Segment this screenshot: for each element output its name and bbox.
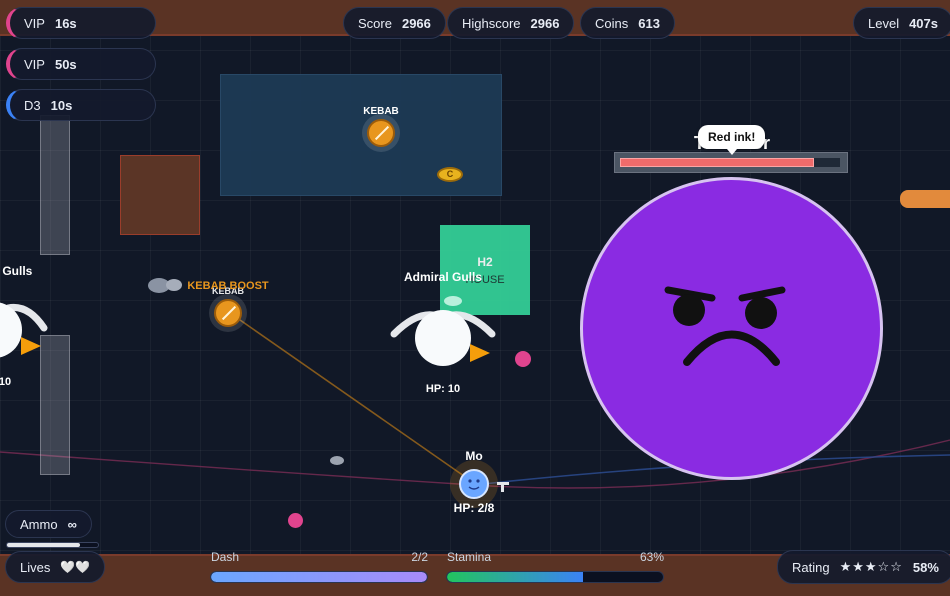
kebab-pickup[interactable]: [362, 114, 400, 152]
dash-bar-fill: [211, 572, 427, 582]
edge-gull-name: l Gulls: [0, 264, 33, 278]
ammo-label: Ammo: [20, 516, 58, 532]
buff-name: D3: [24, 97, 41, 113]
buff-d3: D3 10s: [6, 89, 156, 121]
player-avatar[interactable]: [459, 469, 489, 499]
game-stage[interactable]: H2 HOUSE KEBAB KEBAB KEBAB BOOST C Admir…: [0, 0, 950, 596]
pillar-top: [40, 115, 70, 255]
gull-beak: [470, 344, 490, 362]
stamina-value: 63%: [639, 550, 664, 564]
buff-time: 10s: [50, 97, 73, 113]
buff-vip-1: VIP 16s: [6, 7, 156, 39]
boss-hp-bar: [614, 152, 848, 173]
pink-orb[interactable]: [288, 513, 303, 528]
boss-speech-text: Red ink!: [708, 130, 756, 144]
player-hp: HP: 2/8: [453, 501, 495, 515]
speech-tail: [727, 149, 737, 155]
ammo-bar-fill: [7, 543, 80, 547]
ammo-pill: Ammo ∞: [5, 510, 92, 538]
highscore-pill: Highscore 2966: [447, 7, 575, 39]
rating-value: 58%: [912, 559, 939, 575]
stamina-bar-fill: [447, 572, 584, 582]
level-value: 407s: [909, 15, 938, 31]
kebab-boost-pickup[interactable]: [209, 294, 247, 332]
rating-stars-icon: ★★★☆☆: [839, 559, 903, 574]
buff-time: 50s: [54, 56, 77, 72]
buff-name: VIP: [24, 15, 45, 31]
pillar-bottom: [40, 335, 70, 475]
buff-vip-2: VIP 50s: [6, 48, 156, 80]
buff-time: 16s: [54, 15, 77, 31]
highscore-value: 2966: [530, 15, 560, 31]
coin-icon[interactable]: C: [437, 167, 463, 182]
boss-speech-bubble: Red ink!: [698, 125, 766, 149]
edge-gull-hp: 10: [0, 376, 12, 388]
boss-hp-track: [620, 158, 840, 167]
edge-gull-beak: [21, 337, 41, 355]
buff-name: VIP: [24, 56, 45, 72]
rating-pill: Rating ★★★☆☆ 58%: [777, 550, 950, 584]
stamina-bar: [446, 571, 664, 583]
gull-hp: HP: 10: [425, 383, 461, 395]
level-pill: Level 407s: [853, 7, 950, 39]
player-face-icon: [468, 479, 480, 490]
coin-symbol: C: [446, 169, 454, 179]
gun-grip: [501, 484, 504, 492]
lives-hearts-icon: 🤍🤍: [60, 560, 91, 574]
house-code: H2: [477, 255, 493, 269]
score-value: 2966: [401, 15, 431, 31]
kebab-icon: [367, 119, 395, 147]
stamina-label: Stamina: [447, 550, 492, 564]
rating-label: Rating: [792, 559, 830, 575]
kebab-boost-label: KEBAB BOOST: [187, 280, 269, 292]
lives-pill: Lives 🤍🤍: [5, 551, 106, 583]
coins-label: Coins: [595, 15, 629, 31]
angry-face-icon: [664, 286, 786, 366]
level-label: Level: [868, 15, 900, 31]
dash-label: Dash: [211, 550, 240, 564]
highscore-label: Highscore: [462, 15, 521, 31]
smoke-puff: [330, 456, 344, 465]
ammo-value: ∞: [67, 516, 77, 532]
smoke-puff: [166, 279, 182, 291]
coins-pill: Coins 613: [580, 7, 675, 39]
boss-hp-fill: [620, 158, 814, 167]
pink-orb[interactable]: [515, 351, 531, 367]
dash-bar: [210, 571, 428, 583]
kebab-boost-icon: [214, 299, 242, 327]
orange-ledge: [900, 190, 950, 208]
gull-name: Admiral Gulls: [403, 270, 483, 284]
crate: [120, 155, 200, 235]
coins-value: 613: [638, 15, 660, 31]
lives-label: Lives: [20, 559, 51, 575]
ammo-bar: [6, 542, 99, 548]
score-pill: Score 2966: [343, 7, 446, 39]
score-label: Score: [358, 15, 392, 31]
gull-body[interactable]: [415, 310, 471, 366]
dash-value: 2/2: [411, 550, 428, 564]
